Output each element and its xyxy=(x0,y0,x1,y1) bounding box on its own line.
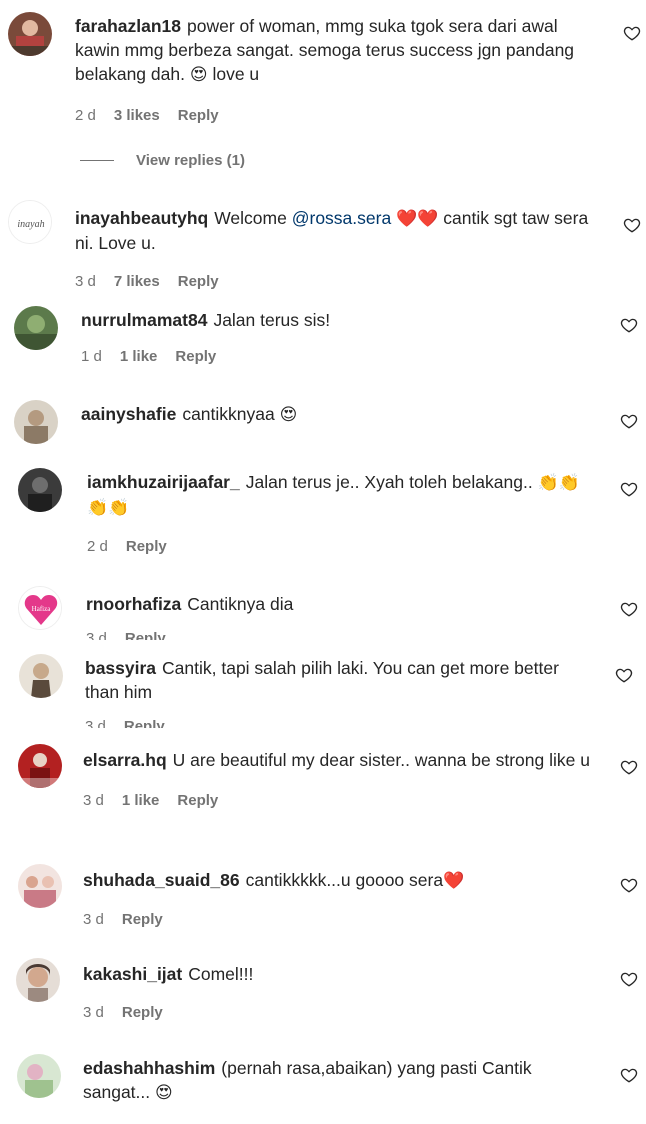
reply-button[interactable]: Reply xyxy=(122,911,163,928)
comment-meta: 3 d Reply xyxy=(86,630,598,640)
comment-text: inayahbeautyhq Welcome @rossa.sera ❤️❤️ c… xyxy=(75,208,589,253)
comment-age: 3 d xyxy=(83,910,104,928)
comment-age: 3 d xyxy=(85,718,106,728)
comment-meta: 2 d 3 likes Reply xyxy=(75,105,595,125)
comment-username[interactable]: elsarra.hq xyxy=(83,750,167,770)
likes-count[interactable]: 3 likes xyxy=(114,107,160,124)
comment-age: 3 d xyxy=(83,791,104,809)
clapping-hands-emoji-icon: 👏👏 xyxy=(87,498,130,518)
comment-meta: 2 d Reply xyxy=(87,536,599,556)
comment-username[interactable]: bassyira xyxy=(85,658,156,678)
avatar[interactable] xyxy=(19,654,63,698)
comment-text: kakashi_ijat Comel!!! xyxy=(83,964,254,984)
view-replies-button[interactable]: View replies (1) xyxy=(80,152,245,169)
like-heart-icon[interactable] xyxy=(615,666,633,684)
like-heart-icon[interactable] xyxy=(620,876,638,894)
avatar[interactable] xyxy=(18,468,62,512)
reply-button[interactable]: Reply xyxy=(124,718,165,728)
comment-text: nurrulmamat84 Jalan terus sis! xyxy=(81,310,331,330)
like-heart-icon[interactable] xyxy=(620,316,638,334)
comment-meta: 3 d Reply xyxy=(83,909,599,929)
heart-eyes-emoji-icon: 😍 xyxy=(155,1083,173,1103)
avatar[interactable] xyxy=(14,400,58,444)
avatar[interactable]: inayah xyxy=(8,200,52,244)
comment-age: 2 d xyxy=(87,537,108,555)
avatar[interactable] xyxy=(18,744,62,788)
comment-username[interactable]: rnoorhafiza xyxy=(86,594,181,614)
comment-meta: 1 d 1 like Reply xyxy=(81,346,601,366)
comment-text: edashahhashim (pernah rasa,abaikan) yang … xyxy=(83,1058,532,1103)
mention-link[interactable]: @rossa.sera xyxy=(292,208,391,228)
comment-username[interactable]: edashahhashim xyxy=(83,1058,215,1078)
reply-button[interactable]: Reply xyxy=(122,1004,163,1021)
comment-text: iamkhuzairijaafar_ Jalan terus je.. Xyah … xyxy=(87,472,580,518)
avatar-logo-text: Hafiza xyxy=(32,605,52,613)
divider-line xyxy=(80,160,114,161)
comment-age: 1 d xyxy=(81,347,102,365)
clapping-hands-emoji-icon: 👏👏 xyxy=(537,473,580,493)
comment-age: 3 d xyxy=(86,630,107,640)
like-heart-icon[interactable] xyxy=(620,600,638,618)
avatar[interactable] xyxy=(14,306,58,350)
comment-username[interactable]: kakashi_ijat xyxy=(83,964,182,984)
reply-button[interactable]: Reply xyxy=(177,792,218,809)
heart-eyes-emoji-icon: 😍 xyxy=(279,405,298,425)
red-heart-emoji-icon: ❤️ xyxy=(443,871,465,891)
comment-text: aainyshafie cantikknyaa 😍 xyxy=(81,404,298,425)
avatar[interactable] xyxy=(17,1054,61,1098)
avatar[interactable] xyxy=(8,12,52,56)
comment-username[interactable]: shuhada_suaid_86 xyxy=(83,870,240,890)
reply-button[interactable]: Reply xyxy=(125,630,166,640)
comment-meta: 3 d Reply xyxy=(85,718,593,728)
like-heart-icon[interactable] xyxy=(620,758,638,776)
avatar[interactable] xyxy=(18,864,62,908)
like-heart-icon[interactable] xyxy=(620,1066,638,1084)
avatar-logo-text: inayah xyxy=(17,219,44,230)
likes-count[interactable]: 1 like xyxy=(120,348,158,365)
like-heart-icon[interactable] xyxy=(623,24,641,42)
comment-age: 3 d xyxy=(83,1003,104,1021)
like-heart-icon[interactable] xyxy=(620,480,638,498)
like-heart-icon[interactable] xyxy=(623,216,641,234)
likes-count[interactable]: 1 like xyxy=(122,792,160,809)
comment-text: farahazlan18 power of woman, mmg suka tgo… xyxy=(75,16,575,85)
reply-button[interactable]: Reply xyxy=(175,348,216,365)
comment-text: elsarra.hq U are beautiful my dear sister… xyxy=(83,750,590,770)
comment-meta: 3 d Reply xyxy=(83,1002,599,1022)
comment-meta: 3 d 1 like Reply xyxy=(83,790,599,810)
heart-eyes-emoji-icon: 😍 xyxy=(189,65,208,85)
like-heart-icon[interactable] xyxy=(620,970,638,988)
reply-button[interactable]: Reply xyxy=(126,538,167,555)
red-heart-emoji-icon: ❤️❤️ xyxy=(396,209,439,229)
reply-button[interactable]: Reply xyxy=(178,273,219,290)
comment-text: shuhada_suaid_86 cantikkkkk...u goooo ser… xyxy=(83,870,465,891)
likes-count[interactable]: 7 likes xyxy=(114,273,160,290)
comment-text: bassyira Cantik, tapi salah pilih laki. Y… xyxy=(85,658,559,702)
comment-meta: 3 d 7 likes Reply xyxy=(75,271,595,291)
comment-username[interactable]: aainyshafie xyxy=(81,404,176,424)
comment-username[interactable]: iamkhuzairijaafar_ xyxy=(87,472,240,492)
comment-username[interactable]: nurrulmamat84 xyxy=(81,310,207,330)
comment-username[interactable]: inayahbeautyhq xyxy=(75,208,208,228)
avatar[interactable] xyxy=(16,958,60,1002)
avatar[interactable]: Hafiza xyxy=(18,586,62,630)
comment-text: rnoorhafiza Cantiknya dia xyxy=(86,594,294,614)
comment-username[interactable]: farahazlan18 xyxy=(75,16,181,36)
comment-age: 2 d xyxy=(75,106,96,124)
comment-age: 3 d xyxy=(75,272,96,290)
like-heart-icon[interactable] xyxy=(620,412,638,430)
reply-button[interactable]: Reply xyxy=(178,107,219,124)
